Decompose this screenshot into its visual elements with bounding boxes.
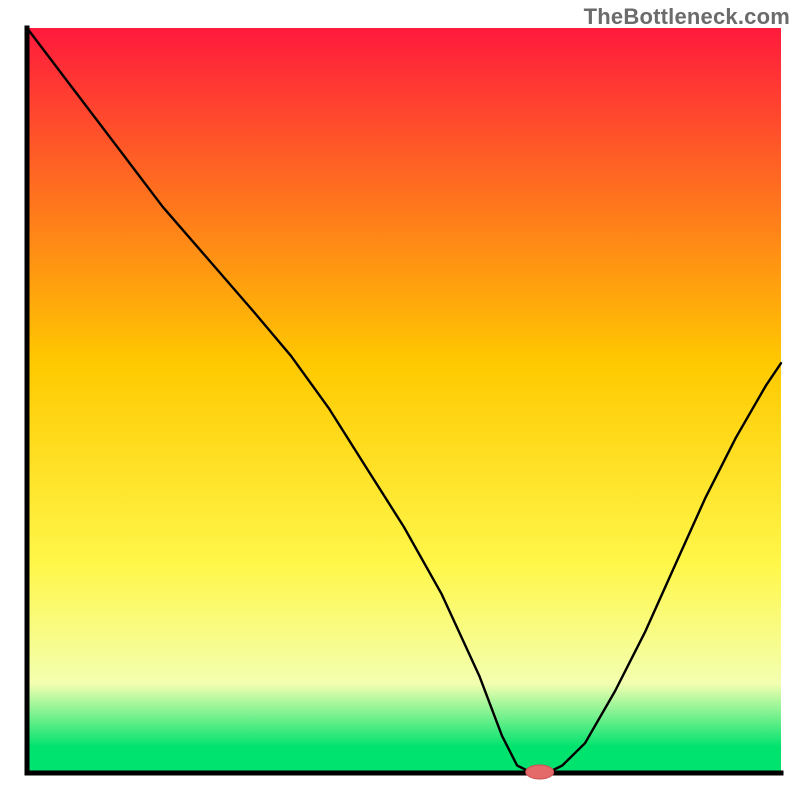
optimum-marker — [526, 765, 554, 779]
bottleneck-chart — [0, 0, 800, 800]
gradient-background — [27, 28, 781, 773]
